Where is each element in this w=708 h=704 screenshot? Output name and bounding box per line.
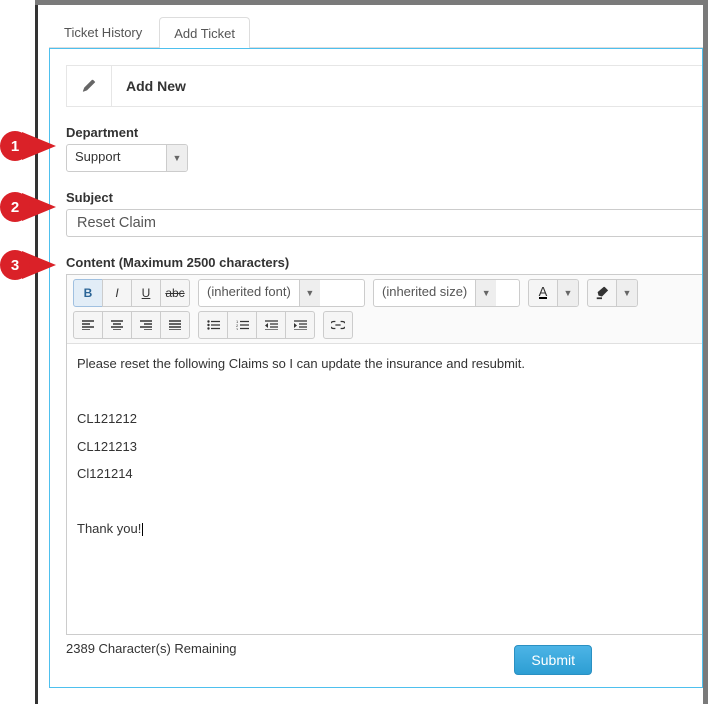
callout-number: 3 — [0, 250, 30, 280]
bold-button[interactable]: B — [73, 279, 103, 307]
department-select[interactable]: Support ▼ — [66, 144, 188, 172]
chevron-down-icon: ▼ — [475, 280, 496, 306]
outdent-button[interactable] — [256, 311, 286, 339]
edit-icon — [67, 66, 112, 106]
link-button[interactable] — [323, 311, 353, 339]
text-color-button[interactable]: A ▼ — [528, 279, 579, 307]
panel-title: Add New — [112, 78, 186, 94]
tab-add-ticket[interactable]: Add Ticket — [159, 17, 250, 48]
highlight-icon — [588, 280, 616, 306]
tab-ticket-history[interactable]: Ticket History — [49, 16, 157, 47]
content-label: Content (Maximum 2500 characters) — [66, 255, 702, 270]
align-justify-button[interactable] — [160, 311, 190, 339]
italic-button[interactable]: I — [102, 279, 132, 307]
callout-1: 1 — [0, 131, 56, 161]
add-ticket-panel: Add New Department Support ▼ Subject Con… — [49, 48, 703, 688]
indent-button[interactable] — [285, 311, 315, 339]
char-count: 2389 Character(s) Remaining — [66, 641, 702, 656]
chevron-down-icon: ▼ — [616, 280, 637, 306]
editor-content[interactable]: Please reset the following Claims so I c… — [67, 344, 702, 634]
font-size-select[interactable]: (inherited size) ▼ — [373, 279, 520, 307]
subject-label: Subject — [66, 190, 702, 205]
tab-bar: Ticket History Add Ticket — [49, 13, 703, 48]
svg-text:3: 3 — [236, 327, 239, 330]
chevron-down-icon: ▼ — [557, 280, 578, 306]
ordered-list-button[interactable]: 123 — [227, 311, 257, 339]
bullet-list-button[interactable] — [198, 311, 228, 339]
callout-number: 1 — [0, 131, 30, 161]
editor-toolbar: B I U abc (inherited font) ▼ (inherited … — [67, 275, 702, 344]
panel-header: Add New — [66, 65, 702, 107]
font-family-select[interactable]: (inherited font) ▼ — [198, 279, 365, 307]
callout-3: 3 — [0, 250, 56, 280]
department-value: Support — [67, 145, 166, 171]
align-center-button[interactable] — [102, 311, 132, 339]
highlight-color-button[interactable]: ▼ — [587, 279, 638, 307]
subject-input[interactable] — [66, 209, 702, 237]
text-color-icon: A — [529, 280, 557, 306]
align-left-button[interactable] — [73, 311, 103, 339]
callout-number: 2 — [0, 192, 30, 222]
underline-button[interactable]: U — [131, 279, 161, 307]
font-size-value: (inherited size) — [374, 280, 475, 306]
chevron-down-icon: ▼ — [166, 145, 187, 171]
strike-button[interactable]: abc — [160, 279, 190, 307]
rich-text-editor: B I U abc (inherited font) ▼ (inherited … — [66, 274, 702, 635]
chevron-down-icon: ▼ — [299, 280, 320, 306]
callout-2: 2 — [0, 192, 56, 222]
department-label: Department — [66, 125, 702, 140]
font-family-value: (inherited font) — [199, 280, 299, 306]
align-right-button[interactable] — [131, 311, 161, 339]
submit-button[interactable]: Submit — [514, 645, 592, 675]
